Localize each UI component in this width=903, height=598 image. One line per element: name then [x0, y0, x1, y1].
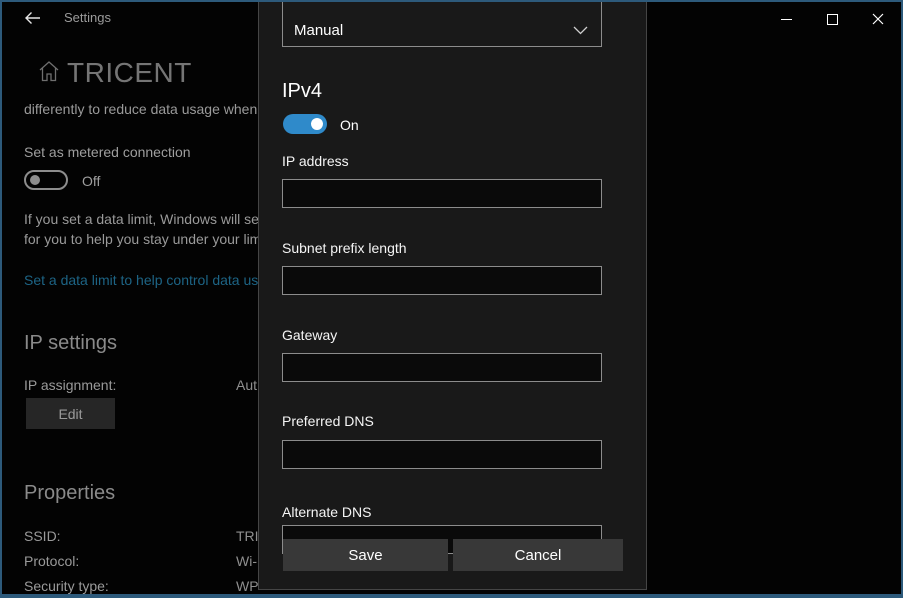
ssid-value: TRI	[236, 528, 259, 544]
preferred-dns-label: Preferred DNS	[282, 413, 374, 429]
cancel-button[interactable]: Cancel	[453, 539, 623, 571]
ip-assignment-value: Aut	[236, 377, 258, 393]
back-button[interactable]	[12, 4, 52, 32]
dropdown-selected-value: Manual	[294, 22, 344, 39]
ssid-label: SSID:	[24, 528, 61, 544]
ip-assignment-label: IP assignment:	[24, 377, 117, 393]
toggle-knob	[30, 175, 40, 185]
data-limit-text-line1: If you set a data limit, Windows will se	[24, 211, 259, 227]
metered-connection-toggle[interactable]	[24, 170, 68, 190]
home-icon	[39, 61, 59, 82]
maximize-icon	[826, 13, 838, 25]
minimize-icon	[780, 18, 792, 20]
security-type-label: Security type:	[24, 578, 109, 594]
subnet-prefix-length-input[interactable]	[282, 266, 602, 295]
minimize-button[interactable]	[763, 2, 809, 36]
gateway-label: Gateway	[282, 327, 338, 343]
close-button[interactable]	[855, 2, 901, 36]
ip-settings-heading: IP settings	[24, 332, 118, 354]
ip-address-input[interactable]	[282, 179, 602, 208]
protocol-label: Protocol:	[24, 553, 80, 569]
caption-buttons	[763, 2, 901, 36]
set-data-limit-link[interactable]: Set a data limit to help control data us	[24, 272, 259, 288]
window-title: Settings	[64, 10, 111, 25]
dropdown-inner: Manual	[283, 16, 601, 46]
metered-connection-label: Set as metered connection	[24, 144, 191, 160]
preferred-dns-input[interactable]	[282, 440, 602, 469]
subnet-prefix-length-label: Subnet prefix length	[282, 240, 407, 256]
chevron-down-icon	[573, 26, 588, 35]
security-type-value: WP	[236, 578, 259, 594]
alternate-dns-label: Alternate DNS	[282, 504, 372, 520]
ip-address-label: IP address	[282, 153, 349, 169]
edit-ip-settings-dialog: Manual IPv4 On IP address Subnet prefix …	[258, 0, 647, 590]
toggle-knob	[311, 118, 323, 130]
save-button[interactable]: Save	[283, 539, 448, 571]
ipv4-heading: IPv4	[282, 80, 323, 102]
settings-window: Settings TRICENT differently to reduce d…	[0, 0, 903, 598]
back-arrow-icon	[24, 12, 40, 24]
protocol-value: Wi-	[236, 553, 257, 569]
metered-toggle-state-label: Off	[82, 173, 101, 189]
ipv4-toggle-state-label: On	[340, 117, 359, 133]
data-limit-text-line2: for you to help you stay under your lim	[24, 231, 259, 247]
properties-heading: Properties	[24, 482, 116, 504]
network-description-text: differently to reduce data usage when	[24, 101, 258, 117]
page-title: TRICENT	[67, 57, 192, 88]
ip-assignment-dropdown[interactable]: Manual	[282, 0, 602, 47]
close-icon	[872, 13, 884, 25]
gateway-input[interactable]	[282, 353, 602, 382]
maximize-button[interactable]	[809, 2, 855, 36]
ipv4-toggle[interactable]	[283, 114, 327, 134]
edit-ip-button[interactable]: Edit	[26, 398, 115, 429]
